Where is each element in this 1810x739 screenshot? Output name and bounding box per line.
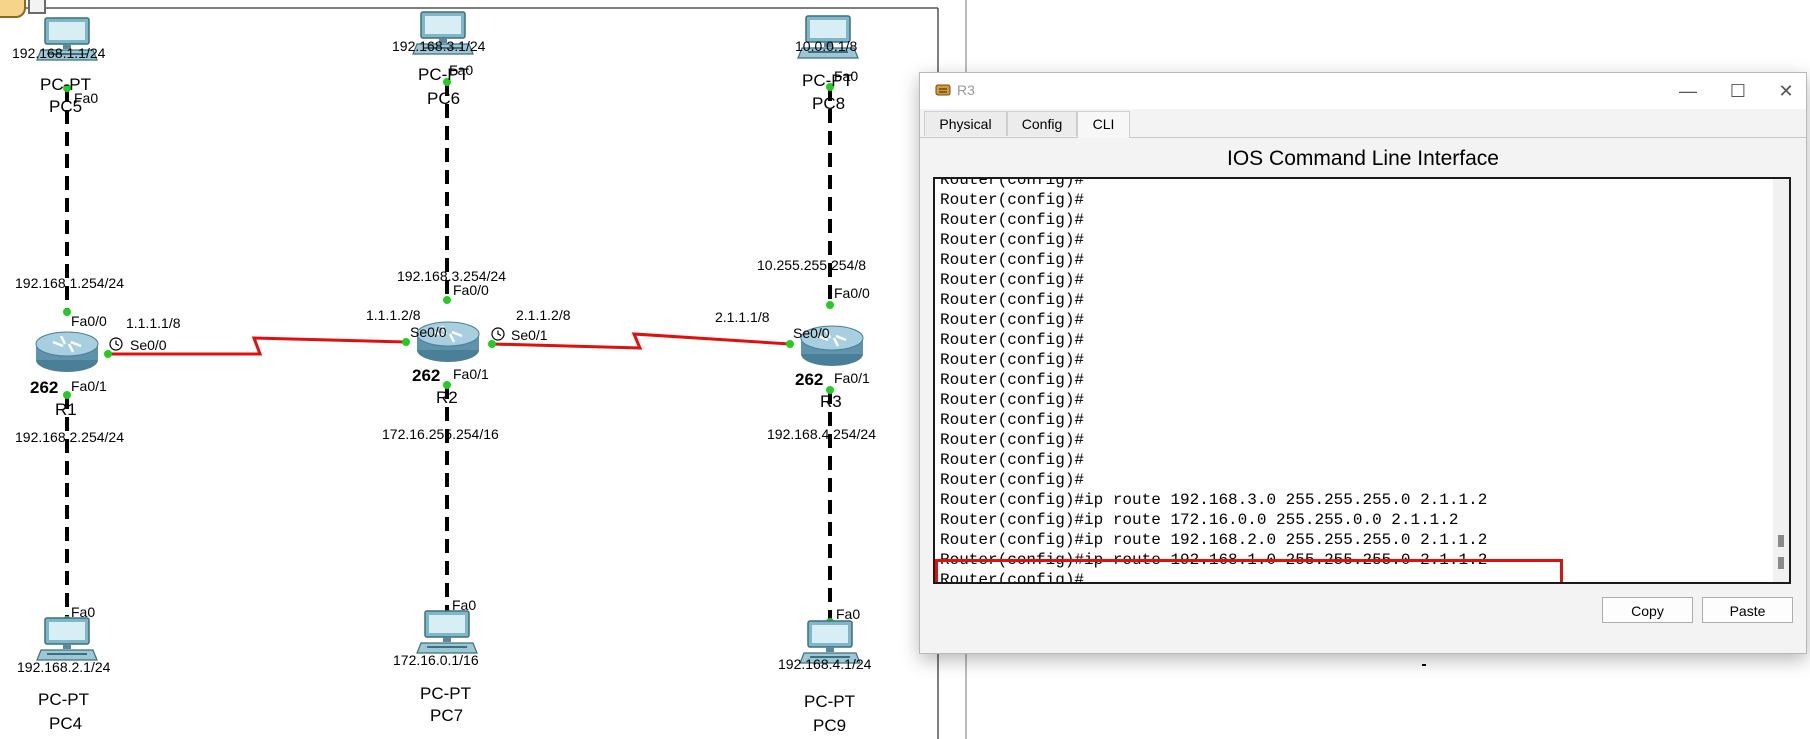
r3-name: R3 bbox=[820, 392, 842, 411]
route-commands-highlight bbox=[935, 559, 1563, 582]
r2-fa01-port: Fa0/1 bbox=[453, 366, 489, 382]
r2-serial-left-port: Se0/0 bbox=[410, 324, 447, 340]
pc9-device[interactable]: Fa0 192.168.4.1/24 PC-PT PC9 bbox=[778, 606, 872, 735]
document-icon[interactable] bbox=[28, 0, 46, 14]
terminal-line: Router(config)# bbox=[940, 211, 1085, 229]
router-cli-window: R3 — ☐ ✕ Physical Config CLI IOS Command… bbox=[919, 72, 1807, 654]
copy-button[interactable]: Copy bbox=[1602, 597, 1693, 623]
terminal-line: Router(config)# bbox=[940, 351, 1085, 369]
pc4-port: Fa0 bbox=[71, 604, 95, 620]
pc8-ip: 10.0.0.1/8 bbox=[795, 38, 857, 54]
pc7-ip: 172.16.0.1/16 bbox=[393, 652, 479, 668]
terminal-line: Router(config)# bbox=[940, 191, 1085, 209]
terminal-output: Router(config)# Router(config)# Router(con… bbox=[940, 177, 1488, 582]
r3-fa01-port: Fa0/1 bbox=[834, 370, 870, 386]
cli-terminal[interactable]: Router(config)# Router(config)# Router(con… bbox=[933, 177, 1791, 584]
terminal-line: Router(config)#ip route 192.168.3.0 255.… bbox=[940, 491, 1488, 509]
r2-lan-top-ip: 192.168.3.254/24 bbox=[397, 268, 506, 284]
pc7-port: Fa0 bbox=[452, 597, 476, 613]
r1-device[interactable]: 192.168.1.254/24 Fa0/0 1.1.1.1/8 Se0/0 2… bbox=[15, 275, 181, 445]
terminal-line: Router(config)# bbox=[940, 451, 1085, 469]
r2-lan-bottom-ip: 172.16.255.254/16 bbox=[382, 426, 499, 442]
router-app-icon bbox=[935, 84, 951, 96]
pc9-ip: 192.168.4.1/24 bbox=[778, 656, 872, 672]
pc9-name: PC9 bbox=[813, 716, 846, 735]
r2-serial-left-ip: 1.1.1.2/8 bbox=[366, 307, 421, 323]
terminal-line: Router(config)# bbox=[940, 391, 1085, 409]
r2-model: 262 bbox=[412, 366, 440, 385]
scroll-marker bbox=[1778, 557, 1784, 569]
r1-fa00-port: Fa0/0 bbox=[71, 313, 107, 329]
r2-clock-icon bbox=[491, 327, 505, 341]
minimize-button[interactable]: — bbox=[1668, 77, 1708, 105]
maximize-button[interactable]: ☐ bbox=[1718, 77, 1758, 105]
r3-serial-ip: 2.1.1.1/8 bbox=[715, 309, 770, 325]
r2-serial-right-ip: 2.1.1.2/8 bbox=[516, 307, 571, 323]
r1-lan-top-ip: 192.168.1.254/24 bbox=[15, 275, 124, 291]
pc4-model: PC-PT bbox=[38, 690, 89, 709]
tab-config[interactable]: Config bbox=[1007, 111, 1077, 136]
r3-device[interactable]: 10.255.255.254/8 Fa0/0 2.1.1.1/8 Se0/0 2… bbox=[715, 257, 876, 442]
tab-physical[interactable]: Physical bbox=[924, 111, 1007, 136]
terminal-line: Router(config)#ip route 192.168.2.0 255.… bbox=[940, 531, 1488, 549]
cli-heading: IOS Command Line Interface bbox=[1227, 147, 1499, 170]
r1-lan-bottom-ip: 192.168.2.254/24 bbox=[15, 429, 124, 445]
r1-serial-port: Se0/0 bbox=[130, 337, 167, 353]
pc7-device[interactable]: Fa0 172.16.0.1/16 PC-PT PC7 bbox=[393, 597, 479, 725]
pc7-name: PC7 bbox=[430, 706, 463, 725]
r3-fa00-port: Fa0/0 bbox=[834, 285, 870, 301]
terminal-scrollbar[interactable] bbox=[1773, 179, 1789, 582]
window-titlebar[interactable]: R3 — ☐ ✕ bbox=[920, 73, 1806, 109]
r1-model: 262 bbox=[30, 378, 58, 397]
pc6-port: Fa0 bbox=[449, 62, 473, 78]
terminal-line: Router(config)# bbox=[940, 411, 1085, 429]
scroll-marker bbox=[1778, 535, 1784, 547]
pc5-device[interactable]: 192.168.1.1/24 PC-PT Fa0 PC5 bbox=[12, 17, 106, 116]
pc7-model: PC-PT bbox=[420, 684, 471, 703]
r2-device[interactable]: 192.168.3.254/24 Fa0/0 1.1.1.2/8 Se0/0 2… bbox=[366, 268, 571, 442]
pc8-name: PC8 bbox=[812, 94, 845, 113]
r1-serial-ip: 1.1.1.1/8 bbox=[126, 315, 181, 331]
terminal-line: Router(config)# bbox=[940, 371, 1085, 389]
terminal-line: Router(config)# bbox=[940, 311, 1085, 329]
pc9-model: PC-PT bbox=[804, 692, 855, 711]
pc8-device[interactable]: 10.0.0.1/8 PC-PT Fa0 PC8 bbox=[795, 15, 859, 113]
terminal-line: Router(config)# bbox=[940, 271, 1085, 289]
terminal-line: Router(config)# bbox=[940, 231, 1085, 249]
r3-serial-port: Se0/0 bbox=[793, 325, 830, 341]
r2-serial-right-port: Se0/1 bbox=[511, 327, 548, 343]
window-title: R3 bbox=[957, 82, 975, 98]
pc6-name: PC6 bbox=[427, 89, 460, 108]
pc4-name: PC4 bbox=[49, 714, 82, 733]
note-icon[interactable] bbox=[0, 0, 26, 18]
r2-fa00-port: Fa0/0 bbox=[453, 282, 489, 298]
terminal-line: Router(config)# bbox=[940, 251, 1085, 269]
terminal-line: Router(config)# bbox=[940, 471, 1085, 489]
pc9-port: Fa0 bbox=[836, 606, 860, 622]
pc4-ip: 192.168.2.1/24 bbox=[17, 659, 111, 675]
r1-clock-icon bbox=[109, 337, 123, 351]
r1-name: R1 bbox=[55, 400, 77, 419]
terminal-line: Router(config)#ip route 172.16.0.0 255.2… bbox=[940, 511, 1459, 529]
terminal-line: Router(config)# bbox=[940, 431, 1085, 449]
pc6-device[interactable]: 192.168.3.1/24 PC-PT Fa0 PC6 bbox=[392, 11, 486, 108]
terminal-line: Router(config)# bbox=[940, 291, 1085, 309]
pc6-ip: 192.168.3.1/24 bbox=[392, 38, 486, 54]
r3-lan-bottom-ip: 192.168.4.254/24 bbox=[767, 426, 876, 442]
r3-lan-top-ip: 10.255.255.254/8 bbox=[757, 257, 866, 273]
close-button[interactable]: ✕ bbox=[1766, 77, 1806, 105]
terminal-line: Router(config)# bbox=[940, 177, 1085, 189]
tab-bar: Physical Config CLI bbox=[920, 111, 1806, 138]
paste-button[interactable]: Paste bbox=[1702, 597, 1793, 623]
tab-cli[interactable]: CLI bbox=[1077, 111, 1130, 138]
pc4-device[interactable]: Fa0 192.168.2.1/24 PC-PT PC4 bbox=[17, 604, 111, 733]
pc5-name: PC5 bbox=[49, 97, 82, 116]
pc5-ip: 192.168.1.1/24 bbox=[12, 45, 106, 61]
terminal-line: Router(config)# bbox=[940, 331, 1085, 349]
pc8-port: Fa0 bbox=[834, 68, 858, 84]
r1-fa01-port: Fa0/1 bbox=[71, 378, 107, 394]
r3-model: 262 bbox=[795, 370, 823, 389]
r2-name: R2 bbox=[436, 388, 458, 407]
